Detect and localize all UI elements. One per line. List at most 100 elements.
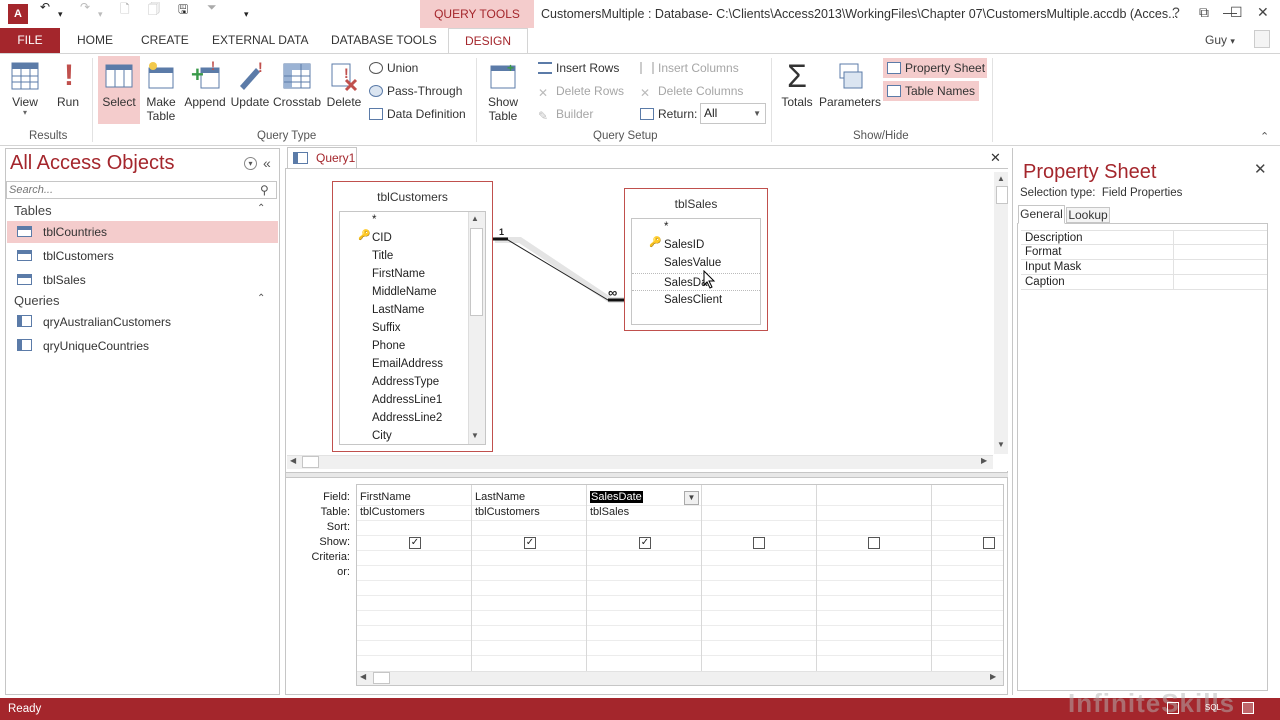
field-item[interactable]: FirstName — [372, 265, 425, 283]
data-definition-button[interactable]: Data Definition — [369, 107, 466, 121]
insert-columns-button[interactable]: Insert Columns — [640, 61, 739, 75]
field-item[interactable]: Phone — [372, 337, 405, 355]
scroll-down-icon[interactable]: ▼ — [997, 440, 1005, 449]
show-checkbox[interactable] — [983, 537, 995, 549]
parameters-button[interactable]: Parameters — [819, 60, 881, 109]
append-button[interactable]: +! Append — [183, 60, 227, 109]
property-row-input-mask[interactable]: Input Mask — [1021, 260, 1267, 275]
collapse-queries-icon[interactable]: ⌃ — [257, 293, 265, 304]
scroll-thumb[interactable] — [470, 228, 483, 316]
nav-item-table[interactable]: tblSales — [7, 269, 278, 291]
close-query-icon[interactable]: ✕ — [990, 150, 1001, 166]
crosstab-button[interactable]: Crosstab — [273, 60, 321, 109]
show-table-button[interactable]: + Show Table — [484, 60, 522, 123]
scroll-left-icon[interactable]: ◀ — [290, 456, 296, 465]
tab-design[interactable]: DESIGN — [448, 28, 528, 54]
property-row-caption[interactable]: Caption — [1021, 275, 1267, 290]
close-button[interactable]: ✕ — [1257, 4, 1269, 21]
table-names-button[interactable]: Table Names — [883, 81, 979, 101]
grid-hscrollbar[interactable] — [357, 671, 1003, 685]
queries-group-header[interactable]: Queries — [14, 293, 60, 308]
customize-qat-icon[interactable]: ▾ — [244, 9, 249, 20]
property-value[interactable] — [1173, 245, 1267, 260]
pane-splitter[interactable] — [286, 472, 1008, 478]
property-row-description[interactable]: Description — [1021, 230, 1267, 246]
redo-dropdown-icon[interactable]: ▾ — [98, 9, 103, 20]
field-item[interactable]: CID — [372, 229, 392, 247]
quick-print-icon[interactable]: 🗍 — [148, 0, 160, 21]
scroll-down-icon[interactable]: ▼ — [471, 431, 479, 440]
tab-general[interactable]: General — [1018, 205, 1065, 224]
help-button[interactable]: ? — [1172, 4, 1180, 20]
scroll-thumb[interactable] — [302, 456, 319, 468]
close-property-sheet-icon[interactable]: ✕ — [1254, 160, 1267, 178]
select-query-button[interactable]: Select — [98, 56, 140, 124]
field-item[interactable]: LastName — [372, 301, 424, 319]
property-value[interactable] — [1173, 231, 1267, 246]
scroll-right-icon[interactable]: ▶ — [990, 672, 996, 681]
show-checkbox[interactable]: ✓ — [409, 537, 421, 549]
show-checkbox[interactable] — [868, 537, 880, 549]
redo-icon[interactable]: ↷ — [80, 0, 90, 14]
property-sheet-button[interactable]: Property Sheet — [883, 58, 987, 78]
scroll-thumb[interactable] — [373, 672, 390, 684]
nav-item-query[interactable]: qryUniqueCountries — [7, 335, 278, 357]
nav-item-table[interactable]: tblCustomers — [7, 245, 278, 267]
search-icon[interactable]: ⚲ — [260, 183, 269, 197]
scroll-up-icon[interactable]: ▲ — [997, 174, 1005, 183]
field-item[interactable]: EmailAddress — [372, 355, 443, 373]
nav-item-table[interactable]: tblCountries — [7, 221, 278, 243]
table-pane-hscrollbar[interactable] — [287, 455, 993, 469]
undo-dropdown-icon[interactable]: ▾ — [58, 9, 63, 20]
nav-menu-dropdown-icon[interactable]: ▾ — [244, 157, 257, 170]
return-select[interactable]: All ▼ — [700, 103, 766, 124]
grid-table-cell[interactable]: tblCustomers — [475, 506, 540, 518]
nav-pane-title[interactable]: All Access Objects — [10, 152, 175, 175]
grid-table-cell[interactable]: tblCustomers — [360, 506, 425, 518]
show-checkbox[interactable] — [753, 537, 765, 549]
field-item[interactable]: SalesDa — [632, 273, 760, 291]
user-avatar[interactable] — [1254, 30, 1270, 48]
tab-file[interactable]: FILE — [0, 28, 60, 53]
design-view-status-icon[interactable] — [1242, 702, 1254, 714]
shutter-bar-close-icon[interactable]: « — [263, 155, 271, 171]
scroll-up-icon[interactable]: ▲ — [471, 214, 479, 223]
tab-database-tools[interactable]: DATABASE TOOLS — [331, 33, 437, 47]
show-checkbox[interactable]: ✓ — [639, 537, 651, 549]
make-table-button[interactable]: Make Table — [143, 60, 179, 123]
tables-group-header[interactable]: Tables — [14, 203, 52, 218]
scroll-right-icon[interactable]: ▶ — [981, 456, 987, 465]
field-item[interactable]: * — [372, 211, 376, 229]
field-item[interactable]: City — [372, 427, 392, 445]
field-item[interactable]: SalesClient — [664, 291, 722, 309]
sql-view-status-icon[interactable]: SQL — [1205, 703, 1221, 712]
property-value[interactable] — [1173, 275, 1267, 290]
delete-rows-button[interactable]: ✕ Delete Rows — [538, 84, 624, 99]
access-app-icon[interactable]: A — [8, 4, 28, 24]
grid-field-cell[interactable]: FirstName — [360, 491, 411, 503]
tab-home[interactable]: HOME — [77, 33, 113, 47]
field-item[interactable]: SalesID — [664, 236, 704, 254]
print-preview-icon[interactable]: 🗋 — [120, 0, 130, 21]
grid-field-cell-selected[interactable]: SalesDate — [590, 491, 643, 503]
property-value[interactable] — [1173, 260, 1267, 275]
update-button[interactable]: ! Update — [229, 60, 271, 109]
user-account[interactable]: Guy ▾ — [1205, 33, 1235, 47]
field-item[interactable]: Title — [372, 247, 393, 265]
field-item[interactable]: MiddleName — [372, 283, 437, 301]
totals-button[interactable]: Σ Totals — [779, 60, 815, 109]
field-dropdown-icon[interactable]: ▼ — [684, 491, 699, 505]
pass-through-button[interactable]: Pass-Through — [369, 84, 462, 98]
grid-table-cell[interactable]: tblSales — [590, 506, 629, 518]
property-row-format[interactable]: Format — [1021, 245, 1267, 260]
scroll-thumb[interactable] — [996, 186, 1008, 204]
table-pane-vscrollbar[interactable] — [994, 172, 1008, 454]
datasheet-view-status-icon[interactable] — [1167, 702, 1179, 714]
delete-columns-button[interactable]: ✕ Delete Columns — [640, 84, 743, 99]
delete-query-button[interactable]: ! Delete — [325, 60, 363, 109]
insert-rows-button[interactable]: Insert Rows — [538, 61, 619, 75]
union-button[interactable]: Union — [369, 61, 418, 75]
scroll-left-icon[interactable]: ◀ — [360, 672, 366, 681]
grid-field-cell[interactable]: LastName — [475, 491, 525, 503]
field-item[interactable]: AddressLine1 — [372, 391, 442, 409]
